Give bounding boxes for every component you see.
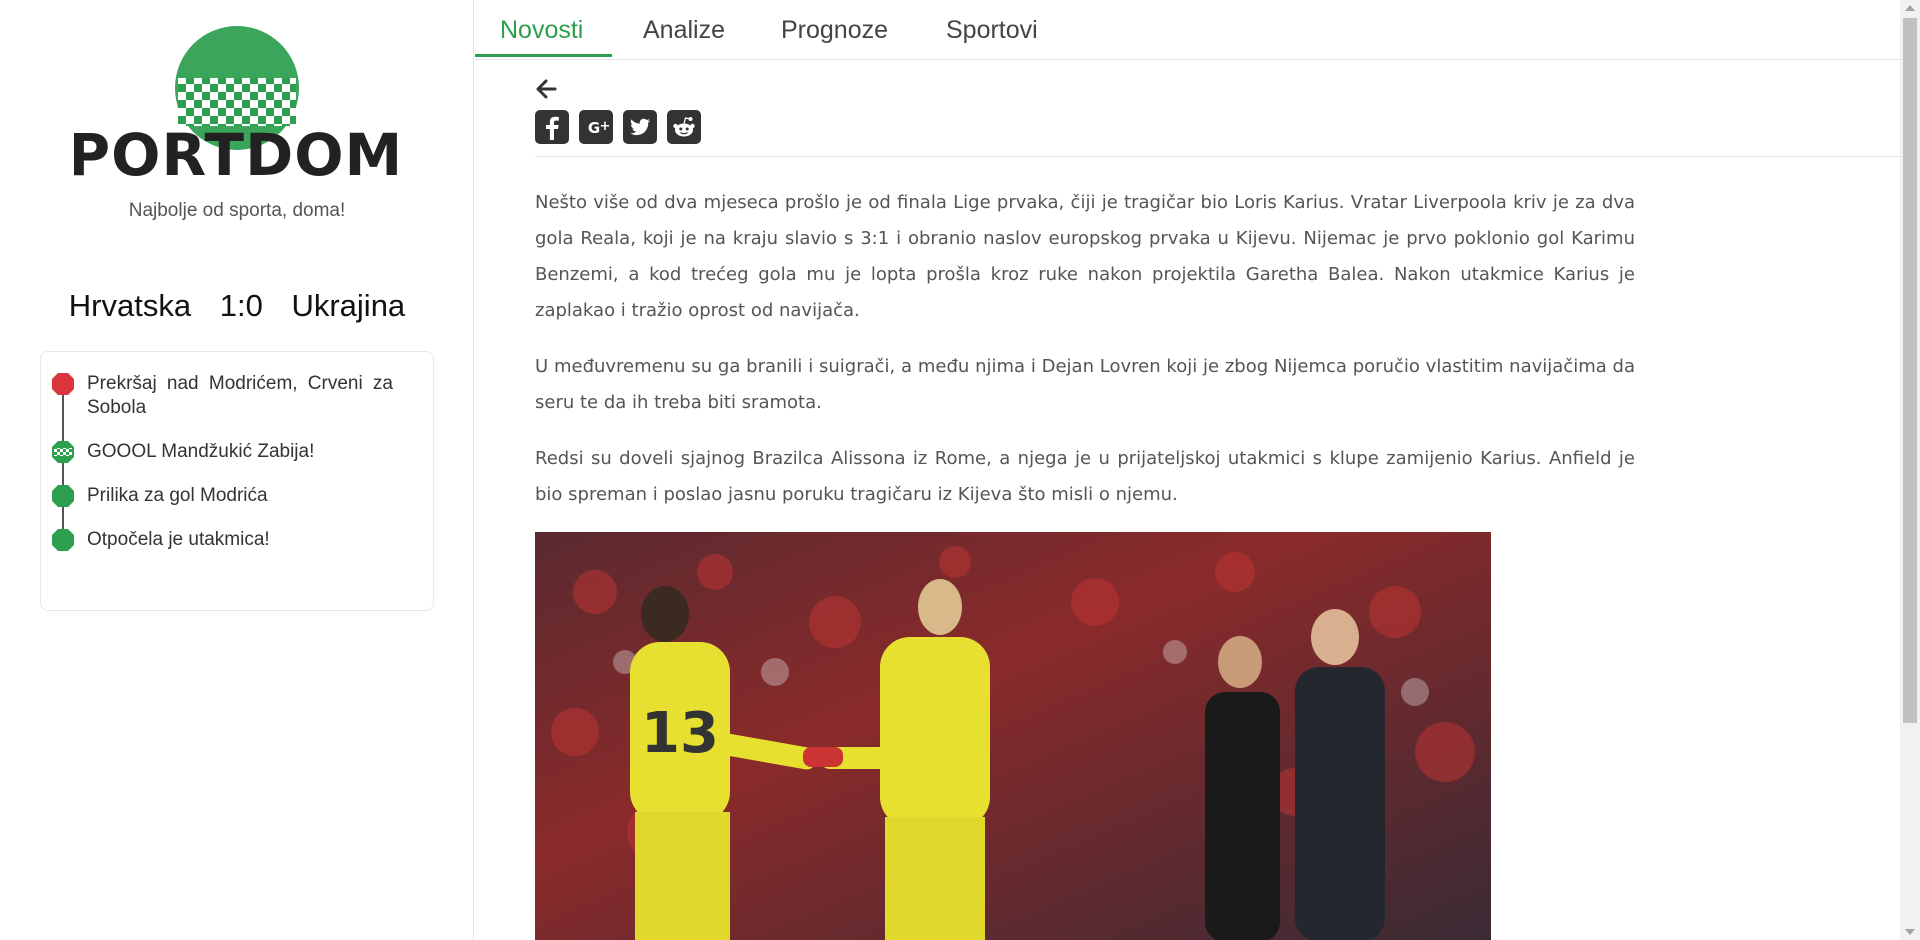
home-team: Hrvatska [68, 288, 192, 323]
feed-item-text: GOOOL Mandžukić Zabija! [87, 441, 315, 462]
facebook-icon[interactable] [535, 110, 569, 144]
divider [535, 156, 1900, 157]
svg-text:+: + [600, 119, 611, 134]
tab-analize[interactable]: Analize [643, 0, 725, 60]
tagline: Najbolje od sporta, doma! [128, 200, 346, 221]
feed-item-text: Otpočela je utakmica! [87, 529, 270, 550]
red-card-icon [52, 373, 74, 395]
svg-text:G: G [588, 119, 600, 137]
tab-sportovi[interactable]: Sportovi [946, 0, 1038, 60]
svg-text:13: 13 [641, 701, 719, 766]
feed-item-text: Prekršaj nad Modrićem, Crveni za Sobola [87, 373, 393, 418]
goal-flag-icon [52, 441, 74, 463]
back-arrow-icon[interactable] [535, 78, 557, 100]
page-scrollbar[interactable] [1900, 0, 1920, 940]
article-paragraph: Nešto više od dva mjeseca prošlo je od f… [535, 192, 1635, 321]
article-view: G + Nešto više od dva mjeseca prošlo je … [535, 60, 1900, 940]
google-plus-icon[interactable]: G + [579, 110, 613, 144]
feed-item-text: Prilika za gol Modrića [87, 485, 268, 506]
sidebar: SPORTDOMA Najbolje od sporta, doma! Hrva… [0, 0, 474, 940]
kickoff-icon [52, 529, 74, 551]
away-team: Ukrajina [291, 288, 406, 323]
scroll-up-arrow-icon[interactable] [1900, 0, 1920, 16]
score-value: 1:0 [219, 288, 263, 323]
twitter-icon[interactable] [623, 110, 657, 144]
svg-text:SPORTDOMA: SPORTDOMA [74, 121, 400, 180]
live-score[interactable]: Hrvatska 1:0 Ukrajina [0, 288, 474, 324]
active-tab-indicator [475, 54, 612, 57]
reddit-icon[interactable] [667, 110, 701, 144]
chance-icon [52, 485, 74, 507]
tab-prognoze[interactable]: Prognoze [781, 0, 888, 60]
main-nav: Novosti Analize Prognoze Sportovi [475, 0, 1900, 60]
article-body: Nešto više od dva mjeseca prošlo je od f… [535, 185, 1635, 533]
article-photo: 13 [535, 532, 1491, 940]
tab-novosti[interactable]: Novosti [500, 0, 583, 60]
article-paragraph: Redsi su doveli sjajnog Brazilca Alisson… [535, 448, 1635, 505]
scrollbar-thumb[interactable] [1903, 18, 1917, 723]
sportdoma-logo[interactable]: SPORTDOMA [25, 20, 448, 189]
scroll-down-arrow-icon[interactable] [1900, 924, 1920, 940]
match-events-feed: Prekršaj nad Modrićem, Crveni za Sobola … [40, 351, 434, 611]
article-paragraph: U međuvremenu su ga branili i suigrači, … [535, 356, 1635, 413]
